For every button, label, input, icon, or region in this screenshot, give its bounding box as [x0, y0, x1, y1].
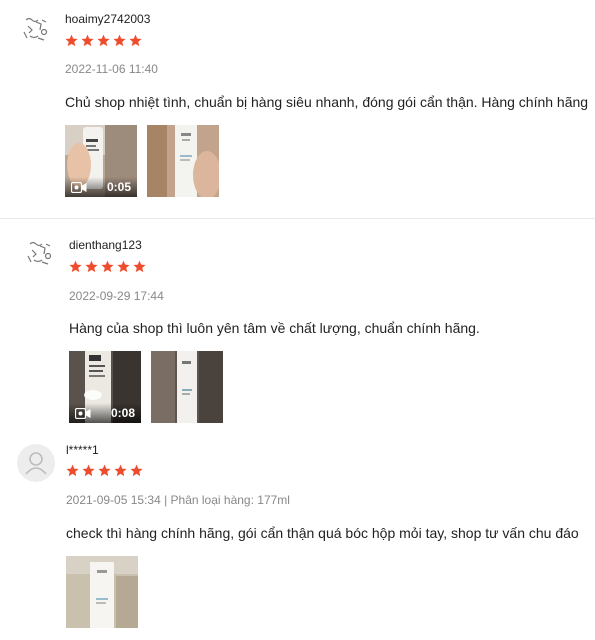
username[interactable]: l*****1: [66, 443, 99, 457]
divider: [0, 218, 595, 219]
video-overlay: 0:05: [65, 177, 137, 197]
star-icon: [130, 464, 143, 477]
review-comment: Chủ shop nhiệt tình, chuẩn bị hàng siêu …: [65, 94, 589, 110]
review-image-thumbnail[interactable]: [66, 556, 138, 628]
review-video-thumbnail[interactable]: 0:08: [69, 351, 141, 423]
rating-stars: [66, 464, 143, 477]
review-video-thumbnail[interactable]: 0:05: [65, 125, 137, 197]
avatar[interactable]: [17, 444, 55, 482]
avatar[interactable]: [20, 12, 54, 46]
star-icon: [133, 260, 146, 273]
star-icon: [69, 260, 82, 273]
star-icon: [65, 34, 78, 47]
review-timestamp: 2021-09-05 15:34 | Phân loại hàng: 177ml: [66, 493, 290, 507]
star-icon: [85, 260, 98, 273]
rating-stars: [65, 34, 142, 47]
rating-stars: [69, 260, 146, 273]
review-image-thumbnail[interactable]: [151, 351, 223, 423]
avatar[interactable]: [24, 236, 58, 270]
star-icon: [117, 260, 130, 273]
video-camera-icon: [75, 407, 91, 419]
star-icon: [129, 34, 142, 47]
username[interactable]: hoaimy2742003: [65, 12, 150, 26]
video-duration: 0:05: [106, 180, 131, 194]
video-camera-icon: [71, 181, 87, 193]
star-icon: [66, 464, 79, 477]
star-icon: [101, 260, 114, 273]
username[interactable]: dienthang123: [69, 238, 142, 252]
star-icon: [113, 34, 126, 47]
video-duration: 0:08: [110, 406, 135, 420]
star-icon: [82, 464, 95, 477]
review-timestamp: 2022-09-29 17:44: [69, 289, 164, 303]
user-icon: [25, 452, 47, 475]
review-comment: Hàng của shop thì luôn yên tâm về chất l…: [69, 320, 480, 336]
review-image-thumbnail[interactable]: [147, 125, 219, 197]
star-icon: [97, 34, 110, 47]
review-timestamp: 2022-11-06 11:40: [65, 62, 158, 76]
star-icon: [98, 464, 111, 477]
video-overlay: 0:08: [69, 403, 141, 423]
review-comment: check thì hàng chính hãng, gói cẩn thận …: [66, 525, 579, 541]
star-icon: [81, 34, 94, 47]
star-icon: [114, 464, 127, 477]
